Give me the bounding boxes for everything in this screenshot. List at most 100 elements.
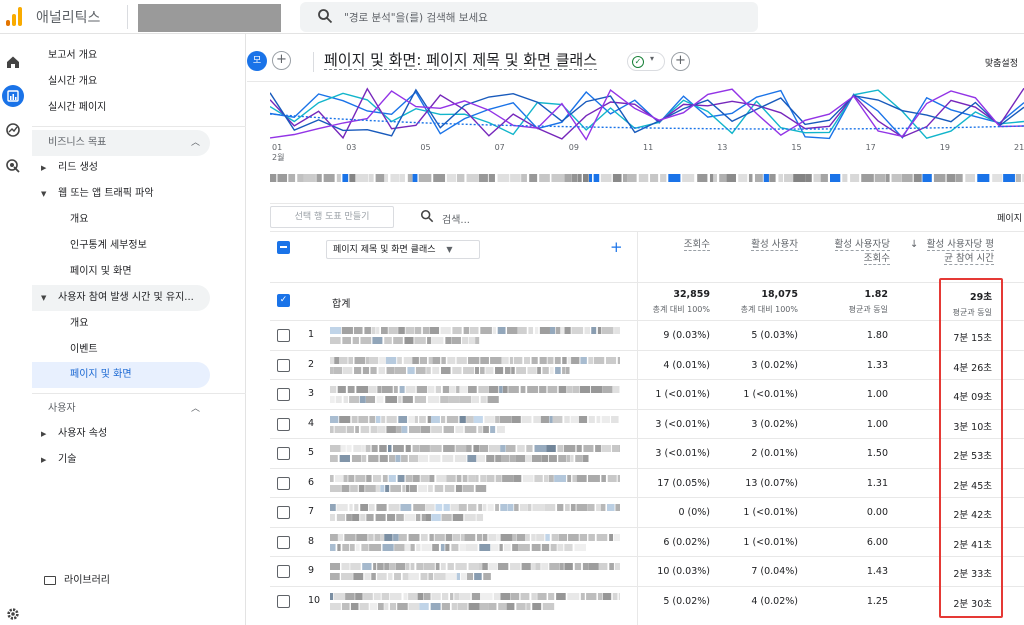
page-title-redacted (330, 415, 619, 433)
divider (127, 5, 128, 29)
row-index: 3 (308, 388, 315, 399)
divider (32, 126, 246, 127)
chevron-up-icon: ︿ (190, 404, 200, 414)
divider (313, 52, 314, 72)
analytics-logo-icon[interactable] (6, 6, 24, 26)
add-filter-button[interactable]: + (671, 52, 690, 71)
row-checkbox[interactable] (277, 594, 290, 608)
column-header-views[interactable]: 조회수 (666, 238, 710, 252)
total-row: ✓ 합계 32,859 총계 대비 100% 18,075 총계 대비 100%… (270, 282, 1024, 320)
row-checkbox[interactable] (277, 476, 290, 490)
table-row[interactable]: 19 (0.03%) 5 (0.03%) 1.80 7분 15초 (270, 320, 1024, 350)
sidebar-item-realtime-pages[interactable]: 실시간 페이지 (32, 95, 210, 121)
reports-icon[interactable] (2, 85, 24, 107)
sidebar-item-traffic[interactable]: ▼ 웹 또는 앱 트래픽 파악 (32, 181, 210, 207)
home-icon[interactable] (5, 54, 21, 70)
column-header-views-per-user[interactable]: 활성 사용자당 조회수 (828, 238, 890, 266)
sidebar-item-engagement[interactable]: ▼ 사용자 참여 발생 시간 및 유지... (32, 285, 210, 311)
column-header-active-users[interactable]: 활성 사용자 (744, 238, 798, 252)
total-value: 18,075 (761, 289, 798, 300)
sidebar-item-traffic-pages[interactable]: 페이지 및 화면 (32, 259, 210, 285)
customize-link[interactable]: 맞춤설정 (985, 56, 1018, 69)
column-header-label: 활성 사용자 (751, 239, 798, 251)
x-axis-tick: 09 (568, 143, 579, 152)
cell-active-users: 5 (0.03%) (751, 330, 798, 341)
sidebar-item-label: 사용자 속성 (58, 428, 108, 439)
sidebar-item-events[interactable]: 이벤트 (32, 337, 210, 363)
sidebar-item-lead[interactable]: ▶ 리드 생성 (32, 155, 210, 181)
table-toolbar: 선택 행 도표 만들기 검색... 페이지 (270, 203, 1024, 229)
row-checkbox[interactable] (277, 329, 290, 342)
dimension-dropdown[interactable]: 페이지 제목 및 화면 클래스 ▼ (326, 240, 480, 259)
row-checkbox[interactable] (277, 535, 290, 549)
cell-views: 6 (0.02%) (663, 536, 710, 548)
sidebar-item-label: 사용자 참여 발생 시간 및 유지... (58, 292, 194, 303)
status-dropdown[interactable]: ✓ ▾ (627, 52, 665, 71)
table-row[interactable]: 6 17 (0.05%) 13 (0.07%) 1.31 2분 45초 (270, 467, 1024, 498)
gear-icon[interactable] (6, 607, 20, 621)
sidebar-section-business[interactable]: 비즈니스 목표 ︿ (32, 130, 210, 156)
table-row[interactable]: 86 (0.02%) 1 (<0.01%) 6.00 2분 41초 (270, 526, 1024, 557)
caret-right-icon: ▶ (41, 456, 47, 464)
row-index: 2 (308, 358, 315, 370)
table-search-input[interactable]: 검색... (442, 211, 470, 226)
select-all-checkbox[interactable] (277, 241, 290, 254)
sidebar-item-engagement-overview[interactable]: 개요 (32, 311, 210, 337)
row-checkbox[interactable] (277, 388, 290, 401)
cell-active-users: 13 (0.07%) (745, 477, 798, 489)
sidebar-item-user-attributes[interactable]: ▶ 사용자 속성 (32, 421, 210, 447)
caret-down-icon: ▾ (650, 54, 655, 63)
x-axis-month-label: 2월 (272, 153, 285, 162)
add-comparison-button[interactable]: + (272, 51, 291, 70)
search-icon (420, 209, 434, 223)
sidebar-item-traffic-overview[interactable]: 개요 (32, 207, 210, 233)
search-box[interactable]: "경로 분석"을(를) 검색해 보세요 (300, 2, 758, 32)
x-axis-tick: 01 (272, 143, 283, 152)
make-chart-button[interactable]: 선택 행 도표 만들기 (270, 206, 394, 228)
sidebar-section-user[interactable]: 사용자 ︿ (32, 396, 210, 422)
cell-active-users: 1 (<0.01%) (743, 536, 798, 548)
row-checkbox[interactable] (277, 417, 290, 431)
table-row[interactable]: 9 10 (0.03%) 7 (0.04%) 1.43 2분 33초 (270, 556, 1024, 586)
table-row[interactable]: 31 (<0.01%) 1 (<0.01%) 1.00 4분 09초 (270, 379, 1024, 409)
sort-desc-icon[interactable]: ↓ (910, 239, 918, 250)
comparison-badge[interactable]: 모 (247, 51, 267, 71)
sidebar-item-demographics[interactable]: 인구통계 세부정보 (32, 233, 210, 259)
cell-views-per-user: 1.80 (866, 330, 888, 341)
x-axis-tick: 11 (643, 143, 654, 152)
sidebar-item-tech[interactable]: ▶ 기술 (32, 447, 210, 473)
cell-views: 4 (0.01%) (663, 359, 710, 371)
row-checkbox[interactable] (277, 358, 290, 372)
cell-views: 0 (0%) (678, 507, 710, 518)
row-checkbox[interactable] (277, 447, 290, 460)
row-checkbox[interactable] (277, 506, 290, 519)
sidebar-item-pages-screens[interactable]: 페이지 및 화면 (32, 362, 210, 388)
table-row[interactable]: 43 (<0.01%) 3 (0.02%) 1.00 3분 10초 (270, 408, 1024, 439)
advertising-icon[interactable] (5, 158, 21, 174)
caret-right-icon: ▶ (41, 164, 47, 172)
sidebar-item-realtime-overview[interactable]: 실시간 개요 (32, 69, 210, 95)
row-checkbox[interactable] (277, 565, 290, 578)
x-axis-tick: 13 (717, 143, 728, 152)
total-value: 32,859 (673, 289, 710, 300)
cell-views: 3 (<0.01%) (655, 418, 710, 430)
table-row[interactable]: 10 5 (0.02%) 4 (0.02%) 1.25 2분 30초 (270, 585, 1024, 616)
table-row[interactable]: 24 (0.01%) 3 (0.02%) 1.33 4분 26초 (270, 349, 1024, 380)
table-row[interactable]: 70 (0%) 1 (<0.01%) 0.00 2분 42초 (270, 497, 1024, 527)
cell-active-users: 2 (0.01%) (751, 448, 798, 459)
account-selector[interactable] (138, 4, 281, 32)
total-users: 18,075 총계 대비 100% (741, 289, 798, 315)
cell-views-per-user: 0.00 (866, 507, 888, 518)
page-title-redacted (330, 327, 620, 344)
column-header-label: 활성 사용자당 조회수 (834, 239, 890, 265)
sidebar-item-label: 웹 또는 앱 트래픽 파악 (58, 188, 154, 199)
total-checkbox[interactable]: ✓ (277, 294, 290, 307)
page-title-redacted (330, 445, 620, 462)
library-link[interactable]: 라이브러리 (44, 573, 110, 589)
sidebar-item-report-overview[interactable]: 보고서 개요 (32, 43, 210, 69)
add-dimension-button[interactable]: + (610, 238, 623, 256)
column-header-engagement-time[interactable]: 활성 사용자당 평균 참여 시간 (920, 238, 994, 266)
table-row[interactable]: 53 (<0.01%) 2 (0.01%) 1.50 2분 53초 (270, 438, 1024, 468)
top-bar: 애널리틱스 "경로 분석"을(를) 검색해 보세요 (0, 0, 1024, 34)
explore-icon[interactable] (5, 122, 21, 138)
